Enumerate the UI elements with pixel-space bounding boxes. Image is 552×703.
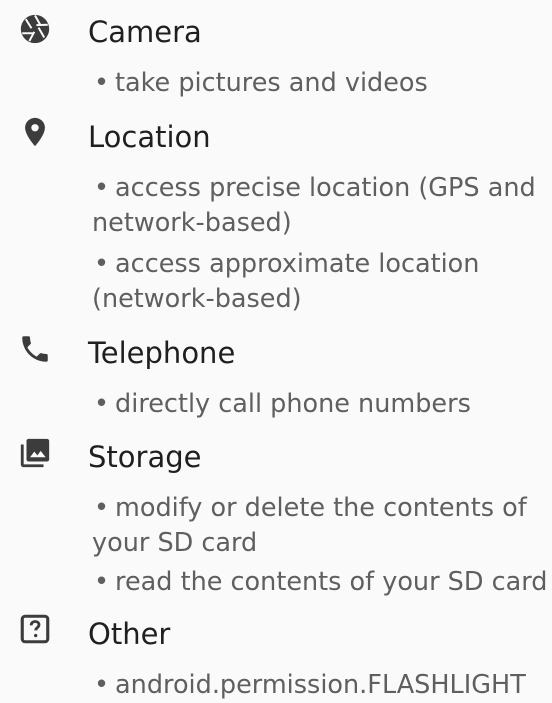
permission-text: take pictures and videos [115, 68, 428, 98]
question-box-icon [18, 612, 52, 646]
group-title-camera: Camera [88, 14, 202, 50]
permission-text: directly call phone numbers [115, 389, 471, 419]
permission-text: modify or delete the contents of your SD… [92, 493, 527, 558]
group-title-location: Location [88, 119, 211, 155]
bullet: • [94, 565, 109, 600]
permission-item: •take pictures and videos [92, 66, 548, 101]
bullet: • [94, 387, 109, 422]
photo-library-icon [18, 436, 52, 470]
bullet: • [94, 668, 109, 703]
permission-item: •directly call phone numbers [92, 387, 548, 422]
group-title-telephone: Telephone [88, 335, 235, 371]
group-title-storage: Storage [88, 439, 201, 475]
camera-icon [18, 12, 52, 46]
bullet: • [94, 66, 109, 101]
permission-item: •access approximate location (network-ba… [92, 247, 548, 317]
permission-item: •android.permission.FLASHLIGHT [92, 668, 548, 703]
permission-item: •modify or delete the contents of your S… [92, 491, 548, 561]
permission-text: android.permission.FLASHLIGHT [115, 670, 526, 700]
bullet: • [94, 247, 109, 282]
permission-item: •read the contents of your SD card [92, 565, 548, 600]
permission-text: access approximate location (network-bas… [92, 249, 479, 314]
bullet: • [94, 491, 109, 526]
group-title-other: Other [88, 616, 170, 652]
phone-icon [18, 332, 52, 366]
bullet: • [94, 171, 109, 206]
location-pin-icon [18, 115, 52, 149]
permission-text: access precise location (GPS and network… [92, 173, 536, 238]
permission-text: read the contents of your SD card [115, 567, 547, 597]
permission-item: •access precise location (GPS and networ… [92, 171, 548, 241]
